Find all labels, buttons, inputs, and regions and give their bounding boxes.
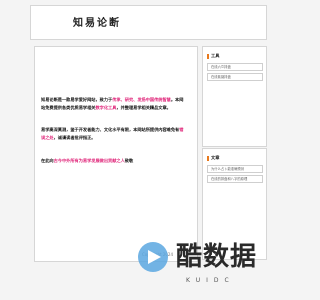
sidebar-link-ziwei[interactable]: 在线紫薇排盘: [207, 73, 263, 81]
watermark-subtext: KUIDC: [186, 277, 235, 284]
intro-highlight-heritage: 传承、研究、发扬中国传统智慧: [112, 97, 171, 102]
intro-paragraph: 知易论断是一款易学爱好网站，致力于传承、研究、发扬中国传统智慧。本网站免费提供各…: [41, 96, 187, 112]
section-bar-icon: [207, 155, 209, 161]
watermark-text: 酷数据: [176, 242, 258, 272]
watermark-logo-icon: [138, 242, 168, 272]
intro-text-a: 知易论断是一款易学爱好网站，致力于: [41, 97, 113, 102]
sidebar-tools-title: 工具: [207, 53, 219, 59]
site-header: 知易论断: [30, 5, 267, 40]
intro-text-c: ，并整理易学相关精品文章。: [116, 105, 171, 110]
sidebar-link-article-1[interactable]: 为什么占卜能准确预测: [207, 165, 263, 173]
sidebar-articles-title: 文章: [207, 155, 219, 161]
sidebar-link-article-2[interactable]: 在线的排盘和八字的原理: [207, 175, 263, 183]
tribute-text-b: 致敬: [124, 158, 134, 163]
sidebar-tools-title-text: 工具: [211, 53, 220, 58]
sidebar-tools: 工具 在线六爻排盘 在线紫薇排盘: [202, 46, 267, 147]
intro-highlight-tools: 数字化工具: [95, 105, 117, 110]
site-title[interactable]: 知易论断: [73, 14, 121, 29]
disclaimer-text-b: ，诚请读者批评指正。: [53, 135, 96, 140]
sidebar-articles-title-text: 文章: [211, 155, 220, 160]
tribute-highlight: 古今中外所有为易学发展做出贡献之人: [53, 158, 125, 163]
section-bar-icon: [207, 53, 209, 59]
tribute-paragraph: 在此向古今中外所有为易学发展做出贡献之人致敬: [41, 157, 187, 165]
sidebar-link-liuyao[interactable]: 在线六爻排盘: [207, 63, 263, 71]
tribute-text-a: 在此向: [41, 158, 54, 163]
disclaimer-text-a: 易学高深莫测，鉴于开发者能力、文化水平有限，本网站所提供内容难免有: [41, 127, 180, 132]
disclaimer-paragraph: 易学高深莫测，鉴于开发者能力、文化水平有限，本网站所提供内容难免有错误之处，诚请…: [41, 126, 187, 142]
main-content: 知易论断是一款易学爱好网站，致力于传承、研究、发扬中国传统智慧。本网站免费提供各…: [34, 46, 198, 262]
